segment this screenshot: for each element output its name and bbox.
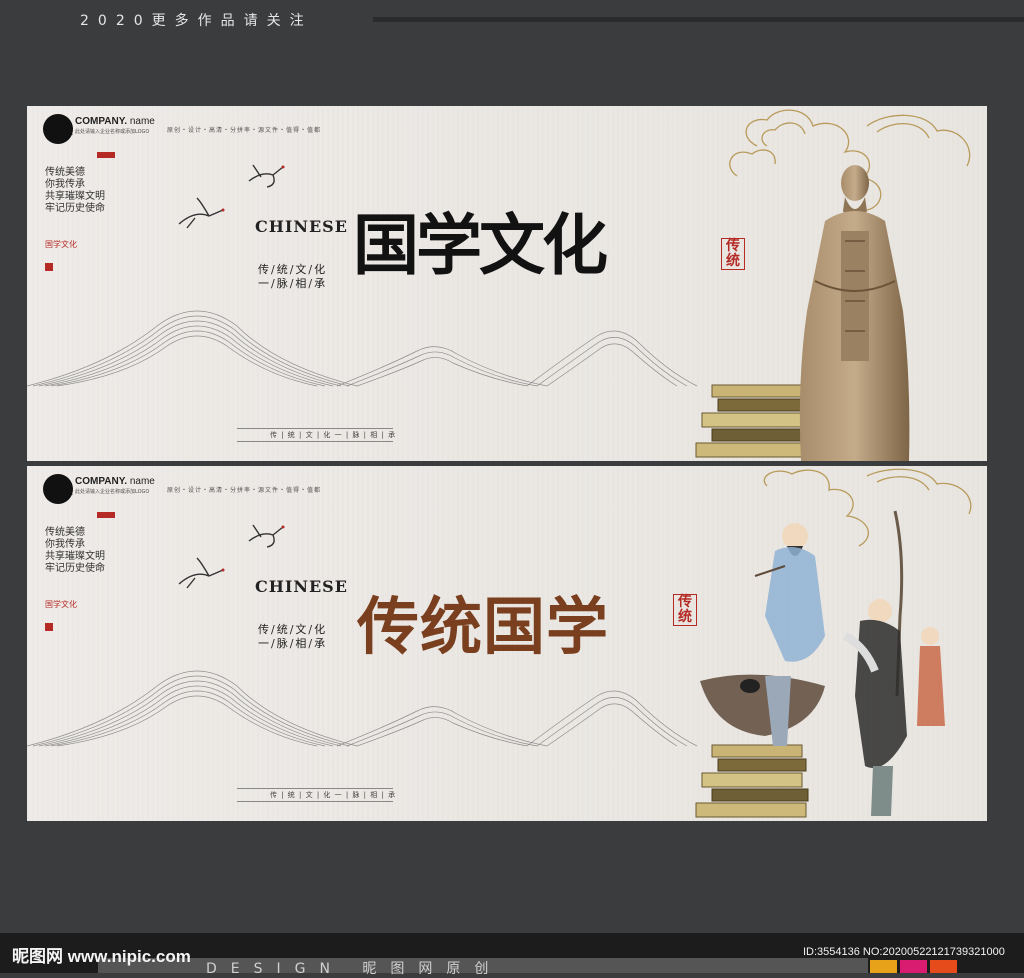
scroll-text: 传 | 统 | 文 | 化 一 | 脉 | 相 | 承 [270, 791, 397, 799]
confucius-statue [799, 165, 910, 461]
slogan-line: 传统美德 [45, 527, 85, 538]
slogan-block: 传统美德 你我传承 共享璀璨文明 牢记历史使命 [45, 167, 105, 215]
red-subtitle: 国学文化 [45, 600, 77, 609]
red-stamp [97, 512, 115, 518]
subtitle-line: 一/脉/相/承 [258, 277, 328, 290]
mountain-lines [27, 310, 698, 387]
scroll-text: 传 | 统 | 文 | 化 一 | 脉 | 相 | 承 [270, 431, 397, 439]
slogan-line: 传统美德 [45, 167, 85, 178]
red-seal: 传统 [721, 238, 745, 270]
slogan-line: 你我传承 [45, 539, 85, 550]
banner-guoxue-wenhua: COMPANY. name 此处请输入企业名称或添加LOGO 原创・设计・高清・… [27, 106, 987, 461]
small-seal [45, 263, 53, 271]
color-swatch [870, 960, 897, 973]
crane-icon [178, 557, 225, 589]
slogan-line: 共享璀璨文明 [45, 551, 105, 562]
company-label: COMPANY. name [75, 476, 155, 487]
main-title: 国学文化 [353, 206, 608, 284]
color-swatch [930, 960, 957, 973]
banner-chuantong-guoxue: COMPANY. name 此处请输入企业名称或添加LOGO 原创・设计・高清・… [27, 466, 987, 821]
logo-mark [43, 114, 73, 144]
chinese-heading: CHINESE [255, 577, 348, 596]
design-caption: DESIGN 昵图网原创 [206, 961, 503, 977]
crane-icon [178, 197, 225, 229]
red-stamp [97, 152, 115, 158]
feature-nav: 原创・设计・高清・分拼率・源文件・值得・值都 [167, 127, 322, 134]
company-label: COMPANY. name [75, 116, 155, 127]
slogan-line: 牢记历史使命 [45, 203, 105, 214]
main-title: 传统国学 [357, 590, 610, 663]
company-subtitle: 此处请输入企业名称或添加LOGO [75, 489, 150, 495]
scholars-painting [700, 510, 945, 816]
red-subtitle: 国学文化 [45, 240, 77, 249]
crane-icon [248, 164, 285, 188]
company-subtitle: 此处请输入企业名称或添加LOGO [75, 129, 150, 135]
color-swatch [900, 960, 927, 973]
slogan-line: 你我传承 [45, 179, 85, 190]
nipic-watermark: 昵图网 www.nipic.com [12, 947, 191, 966]
slogan-line: 共享璀璨文明 [45, 191, 105, 202]
small-seal [45, 623, 53, 631]
top-promo-text: 2020更多作品请关注 [80, 13, 313, 29]
slogan-block: 传统美德 你我传承 共享璀璨文明 牢记历史使命 [45, 527, 105, 575]
feature-nav: 原创・设计・高清・分拼率・源文件・值得・值都 [167, 487, 322, 494]
logo-mark [43, 474, 73, 504]
subtitle-line: 一/脉/相/承 [258, 637, 328, 650]
slogan-line: 牢记历史使命 [45, 563, 105, 574]
red-seal: 传统 [673, 594, 697, 626]
image-id: ID:3554136 NO:20200522121739321000 [803, 946, 1005, 958]
chinese-heading: CHINESE [255, 217, 348, 236]
top-divider [373, 17, 1024, 22]
crane-icon [248, 524, 285, 548]
